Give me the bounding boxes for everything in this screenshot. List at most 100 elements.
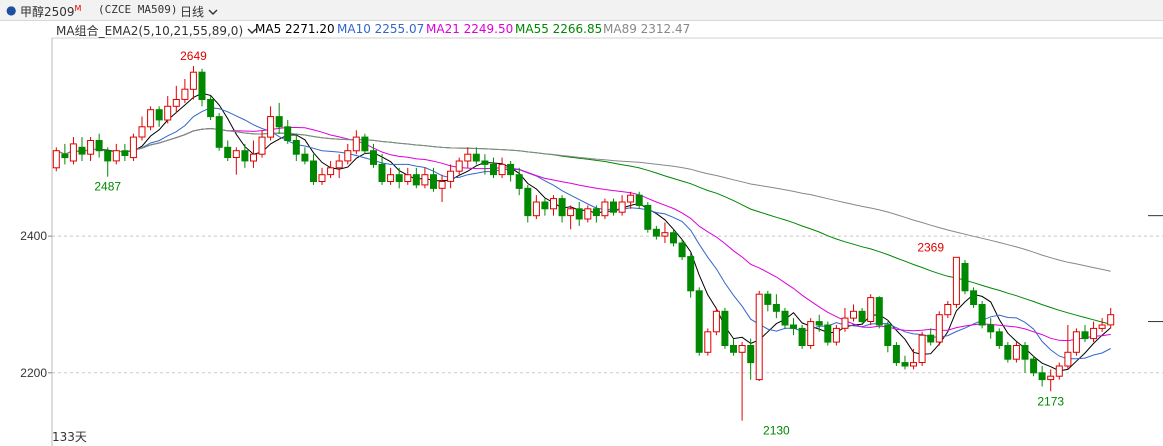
candle <box>344 143 352 165</box>
candle-body <box>858 310 866 322</box>
candle-body <box>558 198 566 217</box>
candle-body <box>884 324 892 346</box>
candle-body <box>87 140 95 155</box>
candle <box>678 239 686 261</box>
candle <box>524 184 532 223</box>
candle <box>970 287 978 308</box>
candle <box>412 167 420 189</box>
candle-body <box>129 136 137 159</box>
candle-body <box>652 228 660 237</box>
candle-body <box>181 88 189 100</box>
candle <box>892 342 900 366</box>
candle-body <box>678 242 686 258</box>
y-tick-label: 2400 <box>20 229 47 243</box>
candle <box>927 328 935 346</box>
candle <box>867 294 875 325</box>
candle-body <box>404 174 412 182</box>
candle-body <box>918 334 926 364</box>
candle <box>1072 328 1080 356</box>
candle-body <box>961 263 969 292</box>
candle <box>430 167 437 192</box>
candle-body <box>318 174 326 182</box>
candle <box>918 331 926 366</box>
candle <box>95 133 103 158</box>
candle-body <box>164 105 172 121</box>
candle <box>738 342 746 421</box>
candle-body <box>910 362 917 367</box>
symbol-dot-icon: ● <box>6 3 17 17</box>
candle <box>138 116 146 141</box>
candle <box>875 296 883 329</box>
candle <box>618 195 626 216</box>
candle <box>87 137 95 161</box>
candle-body <box>610 201 617 213</box>
candle-body <box>335 160 343 169</box>
candle-body <box>387 174 395 182</box>
candle-body <box>850 310 857 319</box>
chevron-down-icon <box>208 9 218 15</box>
candle-body <box>352 136 360 152</box>
indicator-selector[interactable]: MA组合_EMA2(5,10,21,55,89,0) <box>56 22 257 39</box>
candle-body <box>61 153 69 159</box>
candle-body <box>592 208 600 217</box>
candle <box>550 195 557 216</box>
symbol-superscript: M <box>74 4 82 13</box>
candle <box>961 260 969 295</box>
y-tick-label: 2200 <box>20 366 47 380</box>
candlestick-chart[interactable]: 2649 2487 2130 2369 2173 2200 2400 <box>0 0 1163 446</box>
candle <box>781 307 789 329</box>
candle-body <box>370 150 377 165</box>
candle <box>1021 342 1029 373</box>
candle-body <box>250 153 257 162</box>
candle-body <box>790 324 797 329</box>
candle-body <box>952 256 960 305</box>
candle-body <box>755 293 763 381</box>
candle-body <box>1090 327 1098 340</box>
contract-code: (CZCE MA509) <box>98 3 178 16</box>
candle-body <box>687 256 695 292</box>
candle <box>995 328 1003 349</box>
candle-body <box>267 116 275 138</box>
candle <box>172 85 180 114</box>
candle <box>832 324 840 346</box>
candle <box>198 68 206 107</box>
candle <box>455 157 463 175</box>
candle <box>790 318 797 336</box>
candle <box>490 157 497 179</box>
period-selector[interactable]: 日线 <box>180 3 218 20</box>
candle <box>310 154 317 185</box>
candle <box>1004 342 1012 363</box>
candle-body <box>438 181 446 189</box>
candle-body <box>241 150 249 162</box>
candle-body <box>661 232 669 237</box>
candle <box>352 130 360 155</box>
candle-body <box>52 150 60 169</box>
candle-body <box>601 201 609 217</box>
candle <box>250 140 257 168</box>
candle-body <box>670 232 677 244</box>
candle <box>267 106 275 141</box>
candle-body <box>430 174 437 189</box>
candle <box>507 160 515 182</box>
period-label: 日线 <box>180 5 205 19</box>
candle-body <box>258 136 266 155</box>
candle-body <box>455 160 463 172</box>
candle <box>532 195 540 220</box>
legend-ma21: MA21 2249.50 <box>426 22 514 36</box>
candle <box>944 301 952 319</box>
candle <box>558 195 566 223</box>
candle-body <box>1072 331 1080 353</box>
candle <box>652 225 660 240</box>
candle <box>772 294 780 319</box>
legend-ma89: MA89 2312.47 <box>603 22 691 36</box>
candle-body <box>712 310 720 333</box>
candle-body <box>1064 351 1072 367</box>
candle <box>335 154 343 179</box>
candle-body <box>824 324 832 343</box>
candle <box>318 167 326 185</box>
peak-label: 2369 <box>917 240 944 254</box>
candle <box>1012 342 1020 363</box>
candle-body <box>815 321 823 326</box>
candle <box>1055 362 1063 380</box>
candle <box>104 147 112 177</box>
